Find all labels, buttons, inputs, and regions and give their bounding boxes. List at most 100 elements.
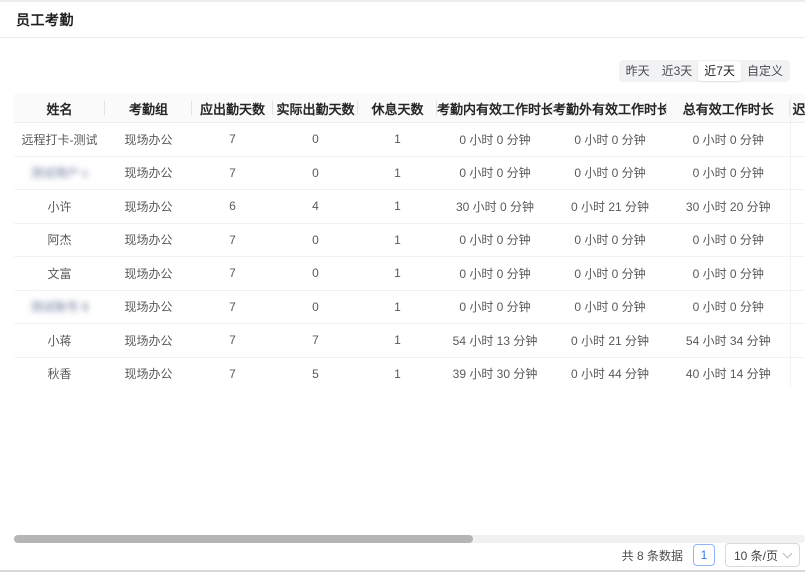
table-cell bbox=[790, 257, 805, 291]
table-cell: 7 bbox=[192, 290, 273, 324]
table-cell: 0 bbox=[273, 257, 358, 291]
column-header: 实际出勤天数 bbox=[273, 94, 358, 123]
filter-自定义[interactable]: 自定义 bbox=[741, 61, 789, 81]
table-cell: 7 bbox=[273, 324, 358, 358]
table-cell: 7 bbox=[192, 223, 273, 257]
table-row: 小蒋现场办公77154 小时 13 分钟0 小时 21 分钟54 小时 34 分… bbox=[14, 324, 805, 358]
table-cell: 0 小时 0 分钟 bbox=[667, 123, 790, 157]
table-cell: 现场办公 bbox=[105, 156, 192, 190]
table-cell: 6 bbox=[192, 190, 273, 224]
filter-近7天[interactable]: 近7天 bbox=[698, 61, 741, 81]
total-count-label: 共 8 条数据 bbox=[622, 547, 683, 564]
table-cell: 7 bbox=[192, 156, 273, 190]
table-cell: 现场办公 bbox=[105, 190, 192, 224]
attendance-table-body: 远程打卡-测试现场办公7010 小时 0 分钟0 小时 0 分钟0 小时 0 分… bbox=[14, 123, 805, 387]
horizontal-scrollbar-track[interactable] bbox=[14, 535, 805, 543]
table-cell: 现场办公 bbox=[105, 123, 192, 157]
page-title: 员工考勤 bbox=[16, 10, 74, 30]
table-cell: 0 小时 0 分钟 bbox=[667, 257, 790, 291]
table-row: 远程打卡-测试现场办公7010 小时 0 分钟0 小时 0 分钟0 小时 0 分… bbox=[14, 123, 805, 157]
table-cell bbox=[790, 190, 805, 224]
table-cell: 30 小时 20 分钟 bbox=[667, 190, 790, 224]
column-header: 迟到 bbox=[790, 94, 805, 123]
table-cell: 0 bbox=[273, 156, 358, 190]
horizontal-scrollbar-thumb[interactable] bbox=[14, 535, 473, 543]
table-cell: 秋香 bbox=[14, 357, 105, 386]
filter-近3天[interactable]: 近3天 bbox=[656, 61, 699, 81]
column-header: 考勤内有效工作时长 bbox=[437, 94, 553, 123]
table-cell: 1 bbox=[358, 290, 437, 324]
table-cell: 0 小时 0 分钟 bbox=[437, 257, 553, 291]
table-cell: 0 小时 0 分钟 bbox=[553, 257, 667, 291]
table-cell: 5 bbox=[273, 357, 358, 386]
table-cell: 7 bbox=[192, 324, 273, 358]
table-cell: 0 bbox=[273, 290, 358, 324]
table-cell: 0 bbox=[273, 123, 358, 157]
table-cell: 1 bbox=[358, 257, 437, 291]
table-cell bbox=[790, 156, 805, 190]
column-header: 总有效工作时长 bbox=[667, 94, 790, 123]
table-cell: 0 小时 0 分钟 bbox=[437, 123, 553, 157]
table-cell: 1 bbox=[358, 123, 437, 157]
table-cell: 0 小时 44 分钟 bbox=[553, 357, 667, 386]
table-cell: 7 bbox=[192, 257, 273, 291]
table-cell: 小许 bbox=[14, 190, 105, 224]
table-row: 小许现场办公64130 小时 0 分钟0 小时 21 分钟30 小时 20 分钟 bbox=[14, 190, 805, 224]
table-cell: 测试用户 c bbox=[14, 156, 105, 190]
table-cell bbox=[790, 123, 805, 157]
table-cell: 阿杰 bbox=[14, 223, 105, 257]
attendance-table-wrap: 姓名考勤组应出勤天数实际出勤天数休息天数考勤内有效工作时长考勤外有效工作时长总有… bbox=[14, 94, 805, 386]
table-cell: 40 小时 14 分钟 bbox=[667, 357, 790, 386]
table-cell: 现场办公 bbox=[105, 257, 192, 291]
column-header: 姓名 bbox=[14, 94, 105, 123]
table-cell: 1 bbox=[358, 324, 437, 358]
table-cell: 0 小时 0 分钟 bbox=[667, 223, 790, 257]
table-cell: 现场办公 bbox=[105, 223, 192, 257]
table-row: 测试用户 c现场办公7010 小时 0 分钟0 小时 0 分钟0 小时 0 分钟 bbox=[14, 156, 805, 190]
table-cell: 0 小时 0 分钟 bbox=[667, 290, 790, 324]
table-cell: 7 bbox=[192, 357, 273, 386]
table-cell: 39 小时 30 分钟 bbox=[437, 357, 553, 386]
table-cell: 0 小时 0 分钟 bbox=[553, 123, 667, 157]
table-row: 秋香现场办公75139 小时 30 分钟0 小时 44 分钟40 小时 14 分… bbox=[14, 357, 805, 386]
table-cell: 0 小时 0 分钟 bbox=[553, 156, 667, 190]
table-cell: 7 bbox=[192, 123, 273, 157]
column-header: 休息天数 bbox=[358, 94, 437, 123]
table-cell: 现场办公 bbox=[105, 357, 192, 386]
table-cell: 54 小时 13 分钟 bbox=[437, 324, 553, 358]
pagination: 共 8 条数据 1 10 条/页 bbox=[622, 543, 800, 567]
table-cell bbox=[790, 223, 805, 257]
column-header: 考勤组 bbox=[105, 94, 192, 123]
table-cell: 1 bbox=[358, 357, 437, 386]
table-cell: 0 小时 0 分钟 bbox=[667, 156, 790, 190]
table-cell: 小蒋 bbox=[14, 324, 105, 358]
table-cell: 远程打卡-测试 bbox=[14, 123, 105, 157]
table-cell: 0 小时 0 分钟 bbox=[553, 290, 667, 324]
table-cell: 4 bbox=[273, 190, 358, 224]
column-header: 考勤外有效工作时长 bbox=[553, 94, 667, 123]
table-row: 阿杰现场办公7010 小时 0 分钟0 小时 0 分钟0 小时 0 分钟 bbox=[14, 223, 805, 257]
table-cell: 0 小时 0 分钟 bbox=[553, 223, 667, 257]
table-cell bbox=[790, 357, 805, 386]
table-row: 文富现场办公7010 小时 0 分钟0 小时 0 分钟0 小时 0 分钟 bbox=[14, 257, 805, 291]
table-cell bbox=[790, 324, 805, 358]
page-header: 员工考勤 bbox=[0, 2, 805, 38]
page-1-button[interactable]: 1 bbox=[693, 544, 715, 566]
column-header: 应出勤天数 bbox=[192, 94, 273, 123]
table-cell bbox=[790, 290, 805, 324]
page-size-select[interactable]: 10 条/页 bbox=[725, 543, 800, 567]
table-row: 测试账号 8现场办公7010 小时 0 分钟0 小时 0 分钟0 小时 0 分钟 bbox=[14, 290, 805, 324]
table-cell: 0 小时 0 分钟 bbox=[437, 290, 553, 324]
table-cell: 54 小时 34 分钟 bbox=[667, 324, 790, 358]
table-cell: 0 小时 0 分钟 bbox=[437, 156, 553, 190]
table-cell: 0 小时 0 分钟 bbox=[437, 223, 553, 257]
chevron-down-icon bbox=[783, 549, 793, 559]
table-cell: 0 小时 21 分钟 bbox=[553, 190, 667, 224]
table-cell: 0 bbox=[273, 223, 358, 257]
table-cell: 现场办公 bbox=[105, 290, 192, 324]
table-cell: 1 bbox=[358, 190, 437, 224]
table-cell: 现场办公 bbox=[105, 324, 192, 358]
date-range-filter: 昨天近3天近7天自定义 bbox=[619, 60, 790, 82]
filter-昨天[interactable]: 昨天 bbox=[620, 61, 656, 81]
page-size-label: 10 条/页 bbox=[734, 547, 778, 564]
